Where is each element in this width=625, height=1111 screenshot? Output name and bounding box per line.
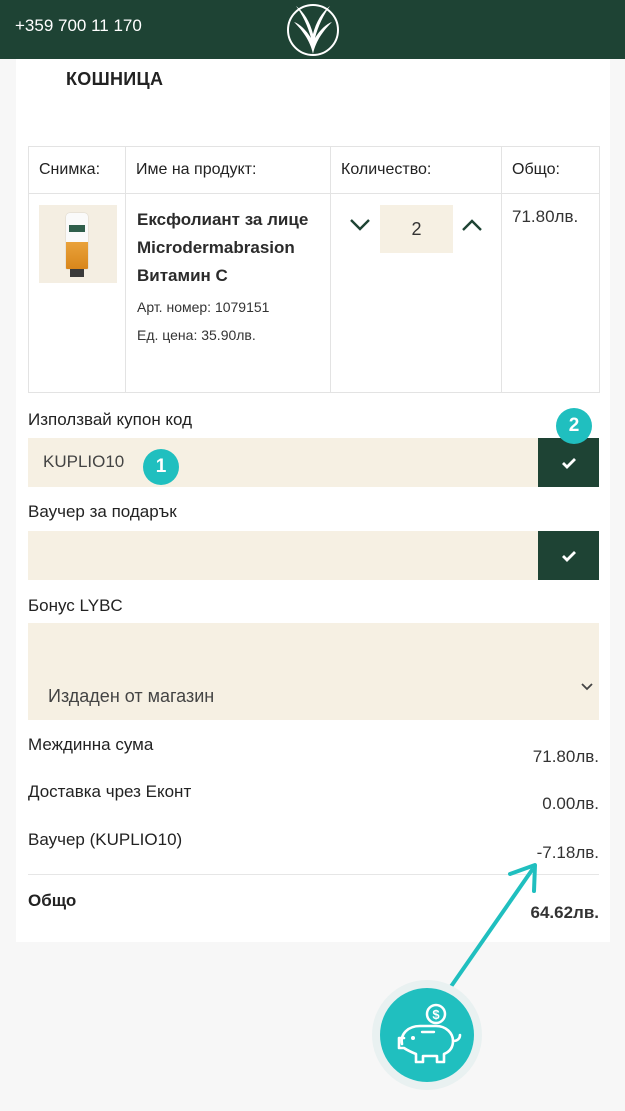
chevron-down-icon <box>581 683 593 691</box>
product-image[interactable] <box>39 205 117 283</box>
photo-cell <box>28 193 126 393</box>
column-header-name: Име на продукт: <box>125 146 331 194</box>
table-row: Ексфолиант за лице Microdermabrasion Вит… <box>28 193 600 393</box>
svg-text:$: $ <box>432 1007 440 1022</box>
quantity-cell: 2 <box>330 193 502 393</box>
checkmark-icon <box>561 457 576 469</box>
checkmark-icon <box>561 550 576 562</box>
coupon-label: Използвай купон код <box>28 410 193 429</box>
chevron-down-icon[interactable] <box>349 218 371 232</box>
product-unit-price: Ед. цена: 35.90лв. <box>137 327 256 343</box>
table-header-row: Снимка: Име на продукт: Количество: Общо… <box>28 146 600 194</box>
voucher-label: Ваучер за подарък <box>28 502 177 521</box>
step-2-badge: 2 <box>556 408 592 444</box>
grand-total-label: Общо <box>28 891 77 910</box>
bonus-select[interactable]: Издаден от магазин <box>28 623 599 720</box>
cart-panel: КОШНИЦА Снимка: Име на продукт: Количест… <box>16 59 610 942</box>
grand-total-value: 64.62лв. <box>530 903 599 922</box>
apply-voucher-button[interactable] <box>538 531 599 580</box>
subtotal-label: Междинна сума <box>28 735 154 754</box>
product-tube-graphic <box>66 213 88 269</box>
quantity-stepper: 2 <box>332 195 500 391</box>
product-sku: Арт. номер: 1079151 <box>137 299 270 315</box>
page-title: КОШНИЦА <box>66 69 164 89</box>
cart-table: Снимка: Име на продукт: Количество: Общо… <box>28 146 600 393</box>
column-header-photo: Снимка: <box>28 146 126 194</box>
top-bar: +359 700 11 170 <box>0 0 625 59</box>
phone-number[interactable]: +359 700 11 170 <box>15 16 142 36</box>
voucher-discount-label: Ваучер (KUPLIO10) <box>28 830 183 849</box>
voucher-input[interactable] <box>28 531 538 580</box>
column-header-total: Общо: <box>501 146 600 194</box>
subtotal-value: 71.80лв. <box>532 747 599 766</box>
piggy-bank-icon: $ <box>380 988 474 1082</box>
line-total: 71.80лв. <box>501 193 600 393</box>
delivery-value: 0.00лв. <box>542 794 599 813</box>
apply-coupon-button[interactable] <box>538 438 599 487</box>
fern-leaf-logo-icon[interactable] <box>282 0 344 59</box>
step-1-badge: 1 <box>143 449 179 485</box>
product-name[interactable]: Ексфолиант за лице Microdermabrasion Вит… <box>137 206 329 290</box>
name-cell: Ексфолиант за лице Microdermabrasion Вит… <box>125 193 331 393</box>
coupon-input[interactable]: KUPLIO10 <box>28 438 538 487</box>
coupon-input-value: KUPLIO10 <box>43 452 125 471</box>
delivery-label: Доставка чрез Еконт <box>28 782 192 801</box>
chevron-up-icon[interactable] <box>461 218 483 232</box>
voucher-discount-value: -7.18лв. <box>536 843 599 862</box>
bonus-select-value: Издаден от магазин <box>48 686 215 706</box>
bonus-label: Бонус LYBC <box>28 596 123 615</box>
summary-divider <box>28 874 599 875</box>
quantity-input[interactable]: 2 <box>380 205 453 253</box>
column-header-quantity: Количество: <box>330 146 502 194</box>
